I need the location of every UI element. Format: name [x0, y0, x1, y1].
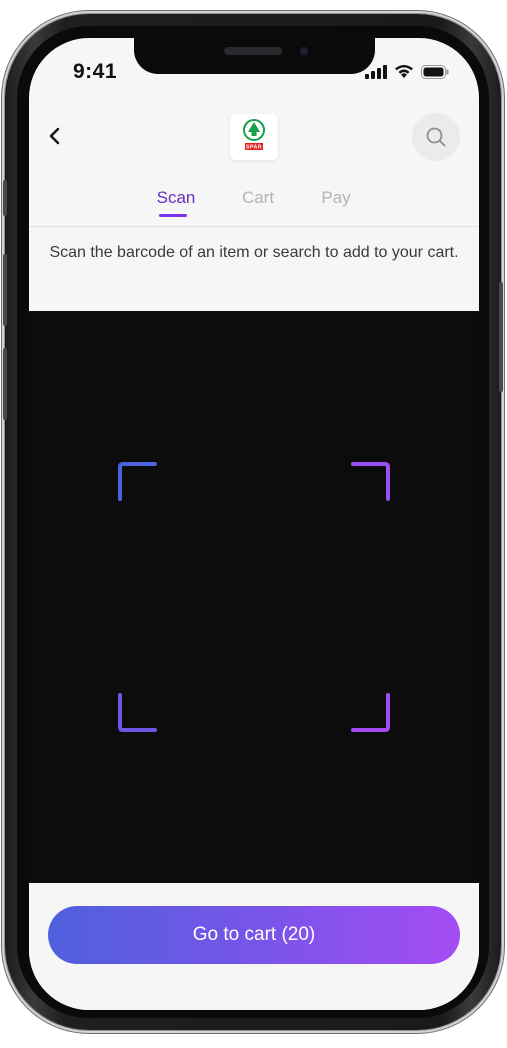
instruction-text: Scan the barcode of an item or search to… — [49, 244, 459, 261]
tab-active-indicator — [159, 214, 187, 217]
back-button[interactable] — [43, 124, 67, 148]
tab-bar: Scan Cart Pay — [29, 188, 479, 216]
mute-switch — [3, 180, 7, 216]
notch — [134, 38, 375, 74]
scan-frame-corner-bottom-right — [351, 693, 390, 732]
power-button — [499, 282, 503, 392]
volume-down-button — [3, 348, 7, 420]
speaker-grill — [224, 47, 282, 55]
front-camera — [300, 47, 308, 55]
search-button[interactable] — [412, 113, 460, 161]
tab-pay[interactable]: Pay — [321, 188, 350, 208]
spar-tree-icon: SPAR — [243, 119, 265, 151]
screen: 9:41 SPAR Scan Cart Pay Scan the barcode… — [29, 38, 479, 1010]
divider — [29, 226, 479, 227]
go-to-cart-button[interactable]: Go to cart (20) — [48, 906, 460, 964]
status-time: 9:41 — [73, 60, 118, 83]
status-icons — [365, 64, 449, 79]
wifi-icon — [395, 65, 413, 78]
tab-cart[interactable]: Cart — [242, 188, 274, 208]
search-icon — [426, 127, 446, 147]
chevron-left-icon — [49, 127, 60, 145]
spar-logo: SPAR — [230, 114, 278, 160]
battery-icon — [421, 64, 449, 79]
volume-up-button — [3, 254, 7, 326]
scan-frame-corner-top-right — [351, 462, 390, 501]
tab-scan[interactable]: Scan — [157, 188, 196, 208]
svg-text:SPAR: SPAR — [246, 145, 262, 151]
bottom-bar: Go to cart (20) — [29, 883, 479, 1010]
scan-frame-corner-bottom-left — [118, 693, 157, 732]
camera-viewfinder[interactable] — [29, 311, 479, 883]
scan-frame-corner-top-left — [118, 462, 157, 501]
